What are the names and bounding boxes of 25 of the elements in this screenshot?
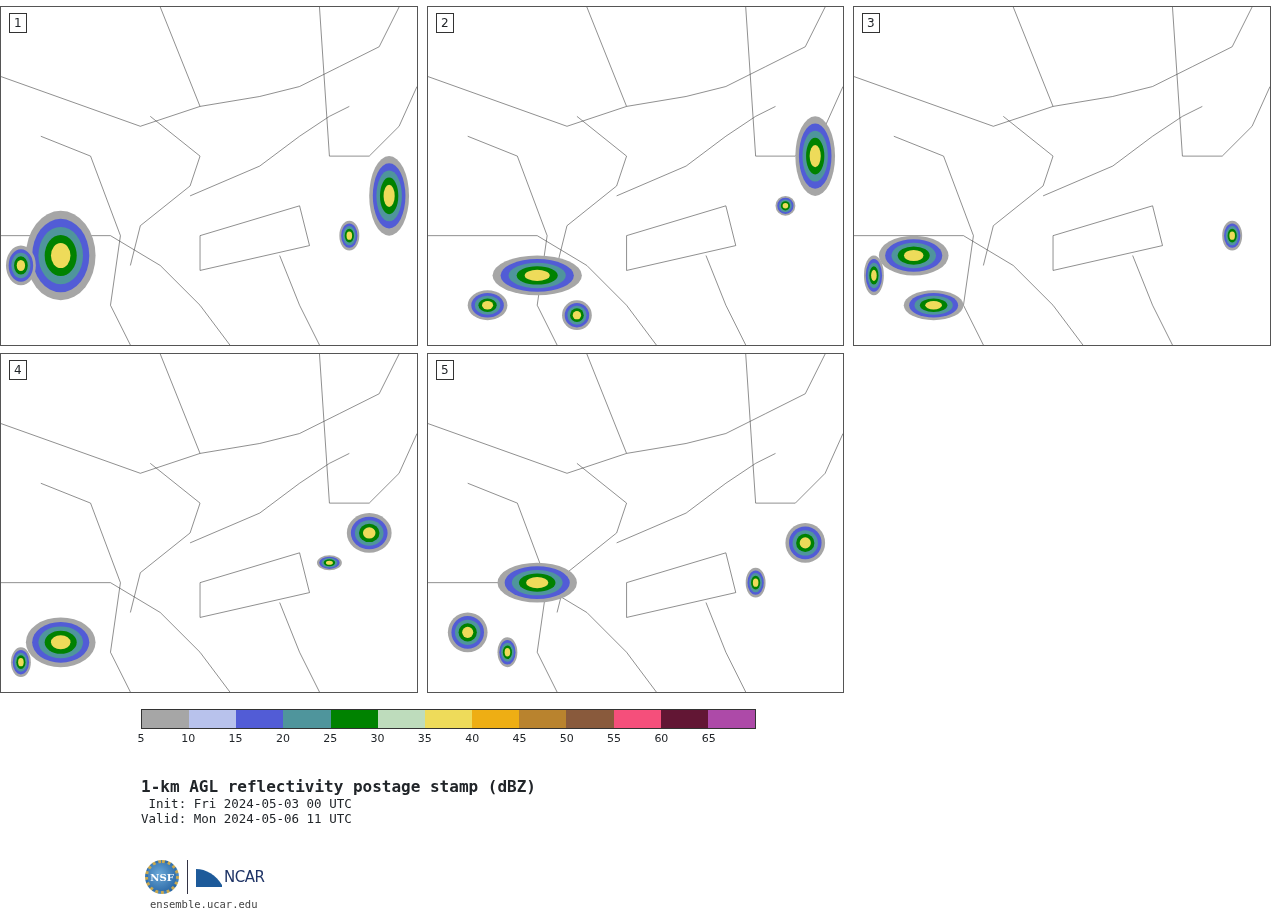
logo-text: NCAR <box>224 868 265 886</box>
tick-label: 15 <box>228 732 243 745</box>
tick-label: 60 <box>654 732 669 745</box>
valid-time: Valid: Mon 2024-05-06 11 UTC <box>141 811 353 826</box>
panel-number: 4 <box>9 360 27 380</box>
tick-label: 35 <box>417 732 432 745</box>
tick-label: 50 <box>559 732 574 745</box>
tick-label: 55 <box>607 732 622 745</box>
chart-title: 1-km AGL reflectivity postage stamp (dBZ) <box>141 778 537 796</box>
tick-label: 20 <box>275 732 290 745</box>
tick-label: 5 <box>137 732 145 745</box>
panel-number: 1 <box>9 13 27 33</box>
tick-label: 65 <box>701 732 716 745</box>
swoosh-icon <box>196 867 222 887</box>
website-url: ensemble.ucar.edu <box>150 898 259 910</box>
tick-label: 45 <box>512 732 527 745</box>
panel-number: 5 <box>436 360 454 380</box>
tick-label: 40 <box>465 732 480 745</box>
init-time: Init: Fri 2024-05-03 00 UTC <box>147 796 353 811</box>
tick-label: 10 <box>181 732 196 745</box>
globe-logo: NSF <box>145 860 179 894</box>
tick-label: 30 <box>370 732 385 745</box>
panel-number: 3 <box>862 13 880 33</box>
tick-label: 25 <box>323 732 338 745</box>
panel-number: 2 <box>436 13 454 33</box>
